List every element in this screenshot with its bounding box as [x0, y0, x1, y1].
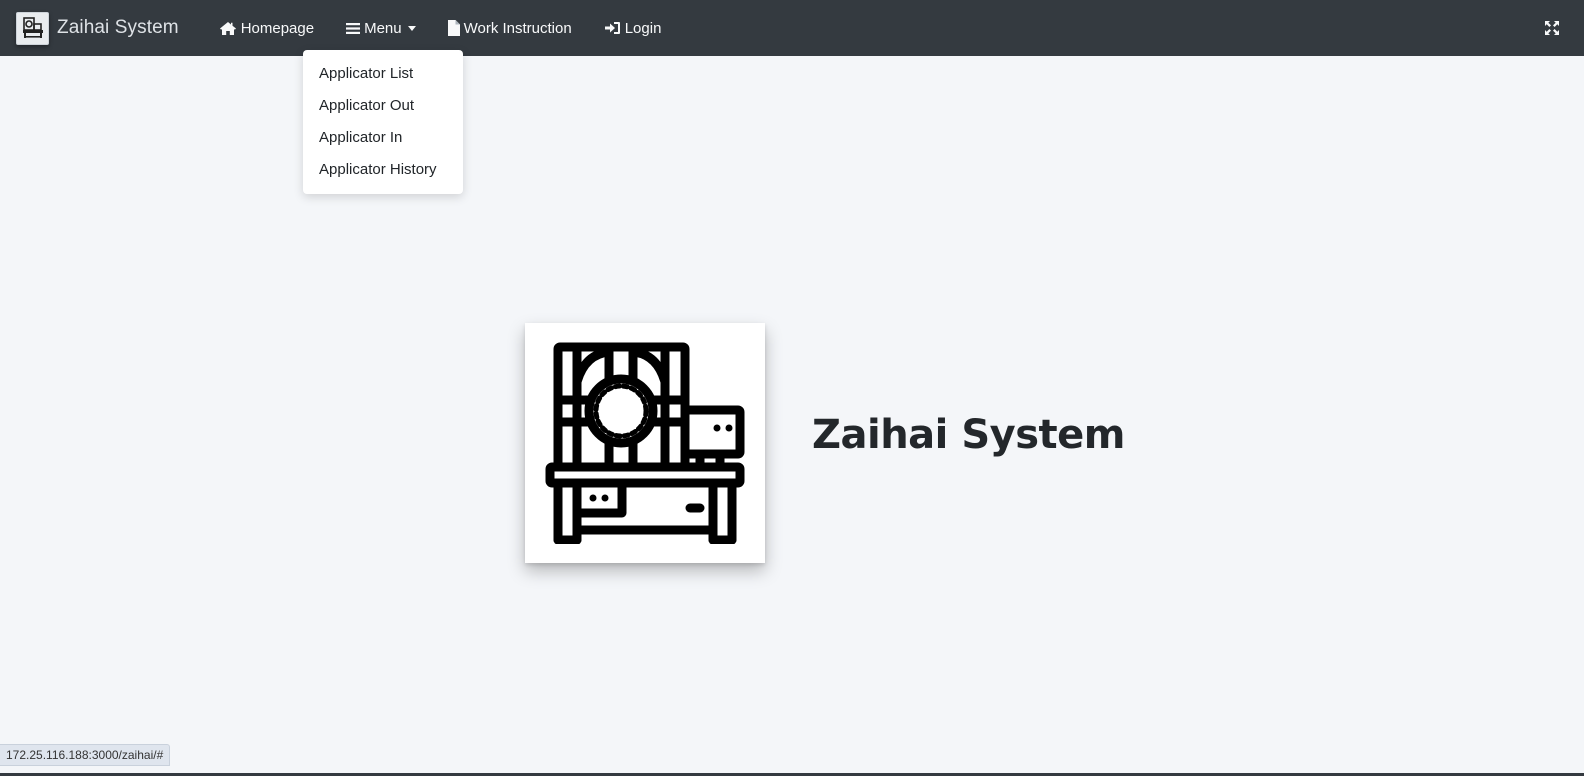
nav-menu-toggle[interactable]: Menu	[330, 0, 432, 56]
expand-arrows-icon[interactable]	[1542, 18, 1562, 38]
top-navbar: Zaihai System Homepage Menu Work Instruc…	[0, 0, 1584, 56]
dropdown-item-applicator-list[interactable]: Applicator List	[303, 58, 463, 90]
bars-icon	[346, 22, 361, 34]
hero-title: Zaihai System	[812, 412, 1125, 458]
machine-icon	[16, 11, 49, 45]
dropdown-item-applicator-history[interactable]: Applicator History	[303, 154, 463, 186]
status-url: 172.25.116.188:3000/zaihai/#	[0, 744, 171, 766]
dropdown-item-applicator-out[interactable]: Applicator Out	[303, 90, 463, 122]
sign-in-icon	[604, 22, 620, 34]
hero-logo-card	[525, 323, 765, 563]
brand-link[interactable]: Zaihai System	[0, 0, 203, 56]
file-icon	[447, 20, 460, 36]
chevron-down-icon	[407, 25, 416, 31]
nav-homepage-label: Homepage	[240, 19, 315, 37]
brand-name: Zaihai System	[57, 17, 179, 38]
nav-homepage[interactable]: Homepage	[203, 0, 330, 56]
nav-login-label: Login	[624, 19, 662, 37]
applicator-machine-icon	[545, 342, 745, 544]
dropdown-item-applicator-in[interactable]: Applicator In	[303, 122, 463, 154]
home-icon	[219, 21, 236, 35]
menu-dropdown: Applicator List Applicator Out Applicato…	[303, 50, 463, 194]
nav-work-instruction[interactable]: Work Instruction	[432, 0, 588, 56]
nav-menu-label: Menu	[364, 19, 402, 37]
nav-work-instruction-label: Work Instruction	[463, 19, 572, 37]
nav-login[interactable]: Login	[588, 0, 678, 56]
